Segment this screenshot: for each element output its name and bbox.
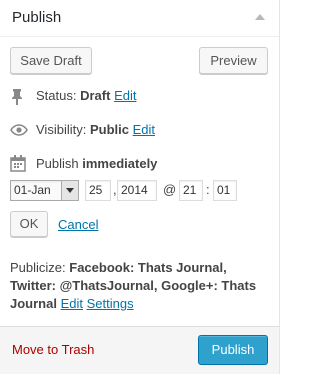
publicize-settings-link[interactable]: Settings: [87, 296, 134, 311]
calendar-icon: [10, 155, 26, 175]
schedule-label: Publish: [36, 156, 79, 171]
status-edit-link[interactable]: Edit: [114, 88, 136, 103]
ok-button[interactable]: OK: [10, 211, 48, 237]
preview-button[interactable]: Preview: [199, 47, 268, 74]
major-publishing-actions: Move to Trash Publish: [0, 326, 279, 374]
year-input[interactable]: 2014: [117, 180, 157, 201]
move-to-trash-link[interactable]: Move to Trash: [12, 342, 94, 357]
save-draft-button[interactable]: Save Draft: [10, 47, 92, 74]
publish-box-header[interactable]: Publish: [0, 0, 279, 37]
visibility-edit-link[interactable]: Edit: [133, 122, 155, 137]
publish-box: Publish Save Draft Preview Status: Draft…: [0, 0, 280, 374]
publicize-label: Publicize:: [10, 260, 66, 275]
eye-icon: [10, 124, 28, 139]
hour-input[interactable]: 21: [179, 180, 203, 201]
cancel-link[interactable]: Cancel: [58, 217, 98, 232]
day-input[interactable]: 25: [85, 180, 111, 201]
collapse-arrow-icon[interactable]: [255, 14, 265, 20]
publicize-section: Publicize: Facebook: Thats Journal, Twit…: [10, 259, 272, 313]
publicize-edit-link[interactable]: Edit: [61, 296, 83, 311]
visibility-label: Visibility:: [36, 122, 87, 137]
time-colon: :: [206, 182, 210, 197]
pin-icon: [10, 88, 24, 109]
status-value: Draft: [80, 88, 111, 103]
minute-input[interactable]: 01: [213, 180, 237, 201]
box-title: Publish: [12, 9, 62, 26]
visibility-value: Public: [89, 122, 129, 137]
month-value: 01-Jan: [14, 183, 51, 197]
publish-button[interactable]: Publish: [198, 335, 268, 365]
at-symbol: @: [163, 182, 177, 197]
chevron-down-icon: [61, 181, 78, 200]
status-label: Status:: [36, 88, 77, 103]
month-select[interactable]: 01-Jan: [10, 180, 79, 201]
schedule-value: immediately: [82, 156, 158, 171]
